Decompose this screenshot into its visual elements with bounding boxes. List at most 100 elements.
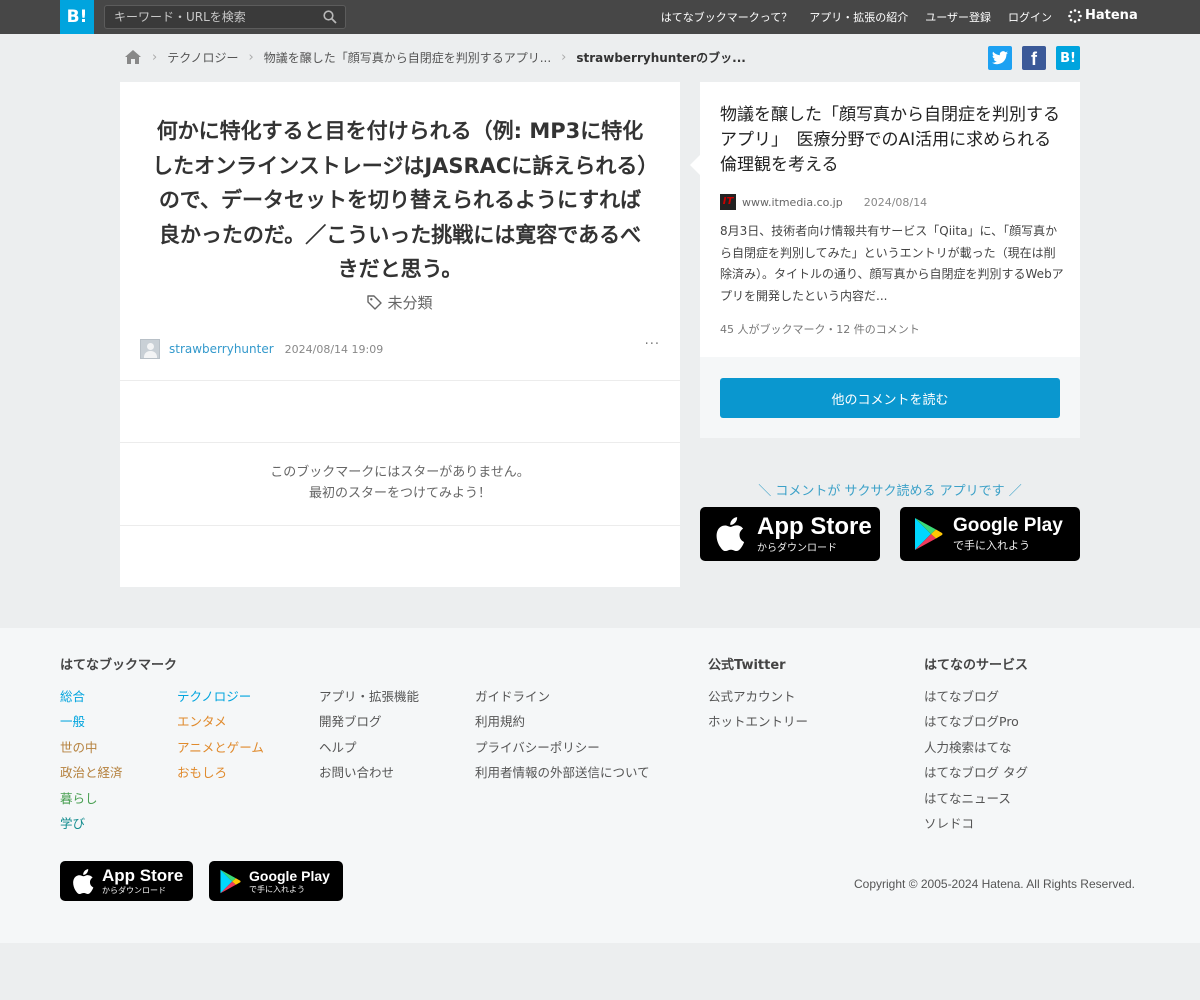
footer-service-link[interactable]: はてなブログ タグ [924,762,1028,781]
search-box [104,5,346,29]
no-stars-line-2: 最初のスターをつけてみよう！ [308,486,491,501]
chevron-right-icon: › [248,49,254,65]
read-other-comments-button[interactable]: 他のコメントを読む [720,378,1060,418]
no-stars-line-1: このブックマークにはスターがありません。 [270,465,530,480]
google-play-icon [220,869,241,893]
nav-login-link[interactable]: ログイン [1008,9,1052,25]
home-icon[interactable] [124,49,142,65]
footer-category-link[interactable]: 総合 [60,686,85,705]
search-input[interactable] [105,6,315,28]
entry-card: 物議を醸した「顔写真から自閉症を判別するアプリ」 医療分野でのAI活用に求められ… [690,82,1080,357]
search-icon[interactable] [323,10,337,24]
tag-icon [367,295,383,310]
facebook-share-button[interactable]: f [1022,46,1046,70]
google-play-button[interactable]: Google Play で手に入れよう [900,507,1080,561]
bookmark-card: 何かに特化すると目を付けられる（例: MP3に特化したオンラインストレージはJA… [120,82,680,587]
top-nav: はてなブックマークって？ アプリ・拡張の紹介 ユーザー登録 ログイン [644,0,1052,34]
footer-service-link[interactable]: はてなブログPro [924,711,1019,730]
google-play-subtitle: で手に入れよう [953,539,1030,552]
footer-category-link[interactable]: エンタメ [177,711,227,730]
nav-register-link[interactable]: ユーザー登録 [925,9,991,25]
footer-link[interactable]: アプリ・拡張機能 [319,686,419,705]
divider [120,525,680,526]
footer-category-link[interactable]: おもしろ [177,762,227,781]
footer-service-link[interactable]: ソレドコ [924,813,974,832]
hatena-share-button[interactable]: B! [1056,46,1080,70]
footer-link[interactable]: 利用規約 [475,711,525,730]
avatar[interactable] [140,339,160,359]
hatena-b-icon: B! [1060,50,1076,66]
bookmark-timestamp: 2024/08/14 19:09 [284,342,384,356]
google-play-icon [915,518,943,550]
hatena-brand-logo[interactable]: Hatena [1068,8,1138,23]
footer-link[interactable]: ガイドライン [475,686,550,705]
app-store-title: App Store [757,512,872,540]
entry-meta: IT www.itmedia.co.jp 2024/08/14 [720,194,927,210]
breadcrumb-category[interactable]: テクノロジー [167,49,238,66]
hatena-dots-icon [1068,8,1082,23]
bookmark-comment: 何かに特化すると目を付けられる（例: MP3に特化したオンラインストレージはJA… [152,119,648,281]
google-play-subtitle: で手に入れよう [249,884,305,894]
footer-service-link[interactable]: 人力検索はてな [924,737,1012,756]
footer-twitter-link[interactable]: 公式アカウント [708,686,796,705]
app-store-title: App Store [102,865,184,885]
author-row: strawberryhunter 2024/08/14 19:09 ··· [140,337,660,359]
breadcrumb-entry[interactable]: 物議を醸した「顔写真から自閉症を判別するアプリ... [264,49,551,66]
apple-icon [716,517,745,551]
entry-description: 8月3日、技術者向け情報共有サービス「Qiita」に、「顔写真から自閉症を判別し… [720,224,1064,303]
nav-apps-link[interactable]: アプリ・拡張の紹介 [809,9,908,25]
chevron-right-icon: › [152,49,158,65]
footer-service-link[interactable]: はてなブログ [924,686,999,705]
footer-link[interactable]: お問い合わせ [319,762,394,781]
breadcrumb: › テクノロジー › 物議を醸した「顔写真から自閉症を判別するアプリ... › … [124,46,746,68]
author-link[interactable]: strawberryhunter [169,342,274,356]
divider [120,380,680,381]
more-options-icon[interactable]: ··· [645,337,660,352]
tag-label[interactable]: 未分類 [387,292,432,313]
footer-twitter-title: 公式Twitter [708,658,786,673]
footer-category-link[interactable]: 一般 [60,711,85,730]
entry-stats[interactable]: 45 人がブックマーク・12 件のコメント [720,321,920,337]
footer-google-play-button[interactable]: Google Play で手に入れよう [209,861,343,901]
site-favicon-icon: IT [720,194,736,210]
tag-row: 未分類 [120,292,680,313]
footer-category-link[interactable]: 暮らし [60,788,98,807]
app-promo-text: ＼ コメントが サクサク読める アプリです ／ [758,484,1022,499]
twitter-icon [992,51,1008,65]
footer-link[interactable]: ヘルプ [319,737,357,756]
entry-domain[interactable]: www.itmedia.co.jp [742,196,843,209]
chevron-right-icon: › [561,49,567,65]
copyright: Copyright © 2005-2024 Hatena. All Rights… [854,877,1135,891]
google-play-title: Google Play [249,867,330,884]
footer-twitter-link[interactable]: ホットエントリー [708,711,808,730]
footer: はてなブックマーク 総合 一般 世の中 政治と経済 暮らし 学び テクノロジー … [0,628,1200,943]
footer-category-link[interactable]: アニメとゲーム [177,737,264,756]
footer-bookmark-title: はてなブックマーク [60,658,178,673]
footer-category-link[interactable]: 学び [60,813,85,832]
app-store-subtitle: からダウンロード [757,542,837,554]
footer-category-link[interactable]: 世の中 [60,737,98,756]
hatena-brand-text: Hatena [1085,8,1138,23]
entry-title[interactable]: 物議を醸した「顔写真から自閉症を判別するアプリ」 医療分野でのAI活用に求められ… [720,103,1065,178]
hatena-bookmark-logo[interactable]: B! [60,0,94,34]
footer-link[interactable]: プライバシーポリシー [475,737,600,756]
twitter-share-button[interactable] [988,46,1012,70]
footer-service-link[interactable]: はてなニュース [924,788,1011,807]
footer-app-store-button[interactable]: App Store からダウンロード [60,861,193,901]
facebook-icon: f [1031,49,1037,69]
google-play-title: Google Play [953,515,1063,536]
footer-category-link[interactable]: テクノロジー [177,686,251,705]
footer-link[interactable]: 開発ブログ [319,711,382,730]
app-store-button[interactable]: App Store からダウンロード [700,507,880,561]
entry-date: 2024/08/14 [863,195,928,209]
divider [120,442,680,443]
read-comments-panel: 他のコメントを読む [700,357,1080,438]
nav-about-link[interactable]: はてなブックマークって？ [661,9,792,25]
footer-services-title: はてなのサービス [924,658,1029,673]
footer-category-link[interactable]: 政治と経済 [60,762,123,781]
footer-link[interactable]: 利用者情報の外部送信について [475,762,650,781]
apple-icon [73,868,94,894]
no-stars-message: このブックマークにはスターがありません。 最初のスターをつけてみよう！ [120,462,680,504]
app-store-subtitle: からダウンロード [102,885,166,895]
top-bar: B! はてなブックマークって？ アプリ・拡張の紹介 ユーザー登録 ログイン Ha… [0,0,1200,34]
